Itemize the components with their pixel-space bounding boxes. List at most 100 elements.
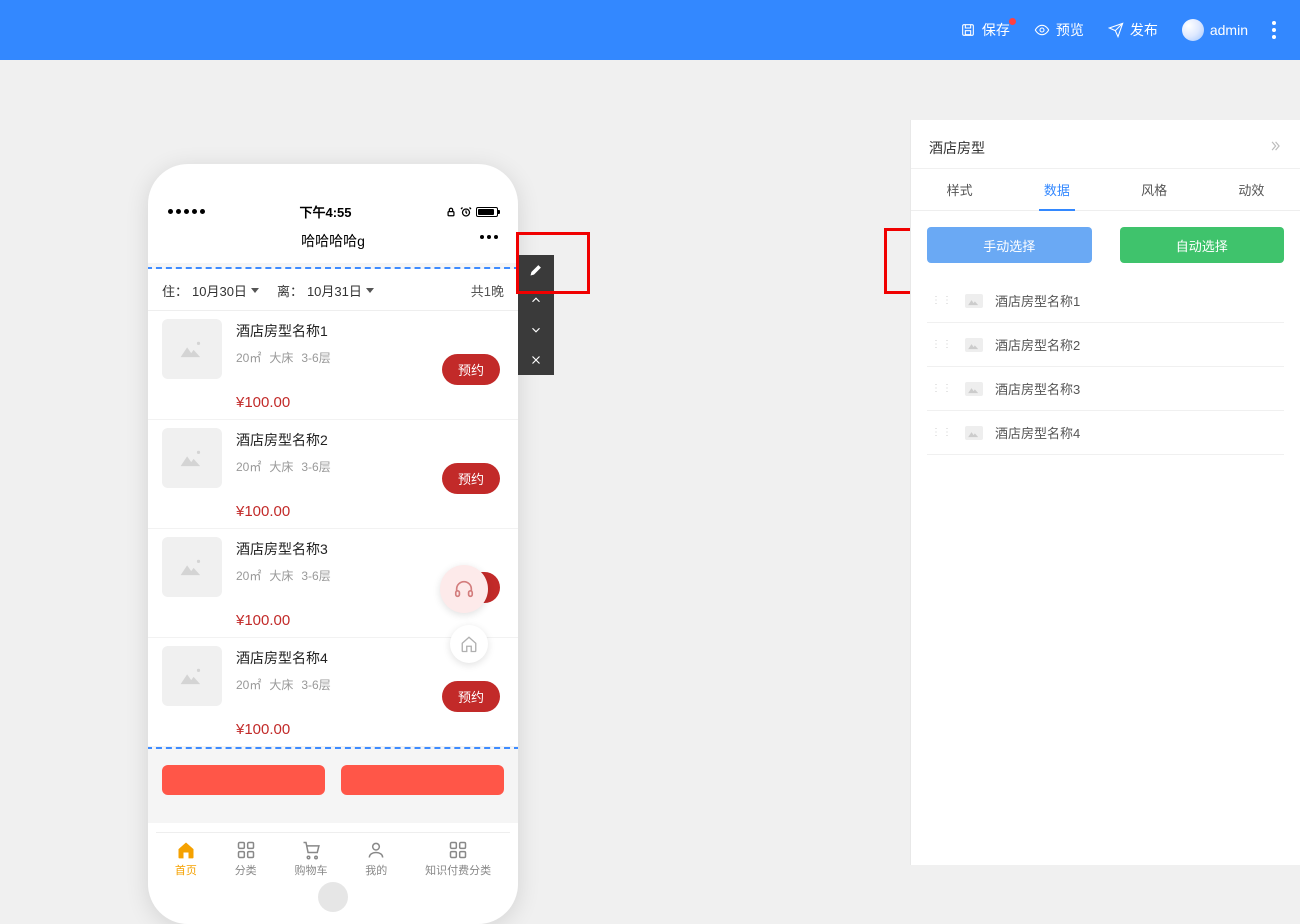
data-item[interactable]: ⋮⋮ 酒店房型名称4: [927, 411, 1284, 455]
headset-icon: [453, 578, 475, 600]
editor-stage: 下午4:55 哈哈哈哈g 住： 10月30日: [0, 60, 1300, 865]
alarm-icon: [460, 206, 472, 218]
eye-icon: [1034, 22, 1050, 38]
room-price: ¥100.00: [236, 394, 504, 411]
drag-handle-icon[interactable]: ⋮⋮: [931, 383, 953, 394]
tab-data[interactable]: 数据: [1008, 169, 1105, 210]
panel-collapse-button[interactable]: [1268, 139, 1282, 158]
item-thumb-icon: [965, 426, 983, 440]
hotel-rooms-block[interactable]: 住： 10月30日 离： 10月31日 共1晚: [148, 269, 518, 747]
user-icon: [366, 840, 386, 860]
room-price: ¥100.00: [236, 721, 504, 738]
signal-dots-icon: [168, 209, 205, 214]
data-mode-row: 手动选择 自动选择: [927, 227, 1284, 263]
page-more-icon[interactable]: [480, 235, 498, 239]
user-name: admin: [1210, 22, 1248, 38]
tab-label: 首页: [175, 862, 197, 878]
tab-style[interactable]: 样式: [911, 169, 1008, 210]
tab-knowledge[interactable]: 知识付费分类: [425, 840, 491, 878]
caret-down-icon: [366, 288, 374, 293]
checkin-picker[interactable]: 住： 10月30日: [162, 281, 259, 300]
book-button[interactable]: 预约: [442, 354, 500, 385]
room-row[interactable]: 酒店房型名称1 20㎡大床3-6层 ¥100.00 预约: [148, 311, 518, 420]
close-icon: [529, 353, 543, 367]
delete-block-button[interactable]: [518, 345, 554, 375]
lock-icon: [446, 206, 456, 218]
tab-label: 知识付费分类: [425, 862, 491, 878]
checkout-value: 10月31日: [307, 281, 362, 300]
room-title: 酒店房型名称3: [236, 539, 504, 559]
status-bar: 下午4:55: [148, 202, 518, 225]
support-fab[interactable]: [440, 565, 488, 613]
nights-count: 共1晚: [471, 281, 504, 300]
overflow-menu[interactable]: [1272, 21, 1276, 39]
checkout-label: 离：: [277, 281, 303, 300]
item-thumb-icon: [965, 382, 983, 396]
room-price: ¥100.00: [236, 503, 504, 520]
phone-preview: 下午4:55 哈哈哈哈g 住： 10月30日: [148, 164, 518, 924]
preview-button[interactable]: 预览: [1034, 20, 1084, 40]
checkin-value: 10月30日: [192, 281, 247, 300]
tab-home[interactable]: 首页: [175, 840, 197, 878]
drag-handle-icon[interactable]: ⋮⋮: [931, 339, 953, 350]
publish-button[interactable]: 发布: [1108, 20, 1158, 40]
tab-animation[interactable]: 动效: [1203, 169, 1300, 210]
room-title: 酒店房型名称1: [236, 321, 504, 341]
move-up-button[interactable]: [518, 285, 554, 315]
chevron-right-double-icon: [1268, 139, 1282, 153]
item-label: 酒店房型名称2: [995, 335, 1080, 354]
tab-profile[interactable]: 我的: [365, 840, 387, 878]
battery-icon: [476, 207, 498, 217]
data-item-list: ⋮⋮ 酒店房型名称1 ⋮⋮ 酒店房型名称2 ⋮⋮ 酒店房型名称3 ⋮⋮ 酒店房型…: [927, 279, 1284, 455]
move-down-button[interactable]: [518, 315, 554, 345]
user-menu[interactable]: admin: [1182, 19, 1248, 41]
edit-block-button[interactable]: [518, 255, 554, 285]
item-label: 酒店房型名称1: [995, 291, 1080, 310]
avatar-icon: [1182, 19, 1204, 41]
tab-label: 我的: [365, 862, 387, 878]
checkout-picker[interactable]: 离： 10月31日: [277, 281, 374, 300]
date-row: 住： 10月30日 离： 10月31日 共1晚: [148, 269, 518, 311]
room-image-placeholder: [162, 537, 222, 597]
chevron-up-icon: [529, 293, 543, 307]
data-item[interactable]: ⋮⋮ 酒店房型名称3: [927, 367, 1284, 411]
tab-bar: 首页 分类 购物车 我的 知识付费分类: [156, 832, 510, 884]
panel-title: 酒店房型: [929, 138, 985, 158]
app-header: 保存 预览 发布 admin: [0, 0, 1300, 60]
tab-cart[interactable]: 购物车: [294, 840, 327, 878]
home-icon: [460, 635, 478, 653]
save-label: 保存: [982, 20, 1010, 40]
checkin-label: 住：: [162, 281, 188, 300]
page-title: 哈哈哈哈g: [301, 233, 365, 249]
item-label: 酒店房型名称4: [995, 423, 1080, 442]
grid-icon: [448, 840, 468, 860]
data-item[interactable]: ⋮⋮ 酒店房型名称1: [927, 279, 1284, 323]
room-image-placeholder: [162, 428, 222, 488]
drag-handle-icon[interactable]: ⋮⋮: [931, 295, 953, 306]
item-thumb-icon: [965, 338, 983, 352]
home-indicator: [318, 882, 348, 912]
home-fab[interactable]: [450, 625, 488, 663]
tab-theme[interactable]: 风格: [1106, 169, 1203, 210]
data-item[interactable]: ⋮⋮ 酒店房型名称2: [927, 323, 1284, 367]
book-button[interactable]: 预约: [442, 681, 500, 712]
publish-label: 发布: [1130, 20, 1158, 40]
tab-category[interactable]: 分类: [235, 840, 257, 878]
room-row[interactable]: 酒店房型名称2 20㎡大床3-6层 ¥100.00 预约: [148, 420, 518, 529]
item-thumb-icon: [965, 294, 983, 308]
manual-select-button[interactable]: 手动选择: [927, 227, 1092, 263]
block-toolbar: [518, 255, 554, 375]
panel-tabs: 样式 数据 风格 动效: [911, 169, 1300, 211]
page-body: 住： 10月30日 离： 10月31日 共1晚: [148, 263, 518, 823]
save-icon: [960, 22, 976, 38]
next-block-preview: [148, 747, 518, 795]
tab-label: 购物车: [294, 862, 327, 878]
room-image-placeholder: [162, 319, 222, 379]
page-title-bar: 哈哈哈哈g: [148, 225, 518, 263]
item-label: 酒店房型名称3: [995, 379, 1080, 398]
chevron-down-icon: [529, 323, 543, 337]
auto-select-button[interactable]: 自动选择: [1120, 227, 1285, 263]
drag-handle-icon[interactable]: ⋮⋮: [931, 427, 953, 438]
save-button[interactable]: 保存: [960, 20, 1010, 40]
book-button[interactable]: 预约: [442, 463, 500, 494]
